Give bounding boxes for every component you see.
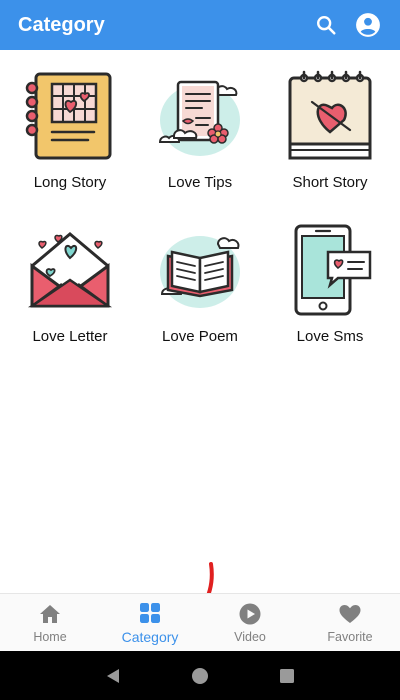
phone-message-icon: [282, 222, 378, 318]
system-navigation-bar: [0, 651, 400, 700]
category-love-letter[interactable]: Love Letter: [5, 222, 135, 376]
notebook-hearts-icon: [22, 68, 118, 164]
page-title: Category: [18, 13, 105, 36]
category-love-poem[interactable]: Love Poem: [135, 222, 265, 376]
category-label: Love Letter: [32, 328, 108, 345]
nav-item-home[interactable]: Home: [0, 594, 100, 651]
home-circle-icon[interactable]: [185, 661, 215, 691]
category-label: Love Tips: [167, 174, 233, 191]
account-circle-icon[interactable]: [354, 11, 382, 39]
category-grid: Long Story Love Tips Short Story Love Le…: [0, 50, 400, 376]
category-label: Love Poem: [162, 328, 238, 345]
grid-icon: [137, 600, 163, 626]
home-icon: [37, 601, 63, 627]
back-icon[interactable]: [98, 661, 128, 691]
play-circle-icon: [237, 601, 263, 627]
bottom-navigation: Home Category Video Favorite: [0, 593, 400, 651]
nav-item-favorite[interactable]: Favorite: [300, 594, 400, 651]
open-book-icon: [152, 222, 248, 318]
recents-square-icon[interactable]: [272, 661, 302, 691]
nav-label: Home: [33, 630, 67, 644]
nav-label: Video: [234, 630, 266, 644]
calendar-heart-icon: [282, 68, 378, 164]
category-love-sms[interactable]: Love Sms: [265, 222, 395, 376]
category-label: Love Sms: [296, 328, 364, 345]
app-bar: Category: [0, 0, 400, 50]
nav-label: Category: [121, 629, 179, 645]
heart-icon: [337, 601, 363, 627]
category-short-story[interactable]: Short Story: [265, 68, 395, 222]
search-icon[interactable]: [312, 11, 340, 39]
nav-item-category[interactable]: Category: [100, 594, 200, 651]
category-long-story[interactable]: Long Story: [5, 68, 135, 222]
nav-item-video[interactable]: Video: [200, 594, 300, 651]
love-note-icon: [152, 68, 248, 164]
category-label: Long Story: [33, 174, 107, 191]
envelope-hearts-icon: [22, 222, 118, 318]
category-label: Short Story: [292, 174, 368, 191]
category-content: Long Story Love Tips Short Story Love Le…: [0, 50, 400, 650]
nav-label: Favorite: [327, 630, 373, 644]
category-love-tips[interactable]: Love Tips: [135, 68, 265, 222]
